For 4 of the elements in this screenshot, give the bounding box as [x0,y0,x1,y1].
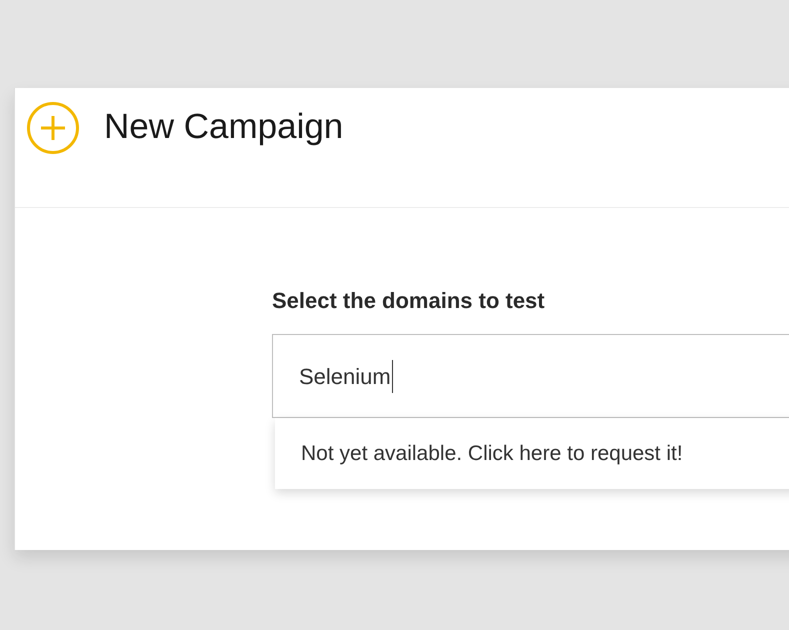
add-icon [26,100,80,154]
page-title: New Campaign [104,106,344,148]
field-label: Select the domains to test [272,287,545,315]
suggestion-item[interactable]: Not yet available. Click here to request it! [275,418,789,489]
